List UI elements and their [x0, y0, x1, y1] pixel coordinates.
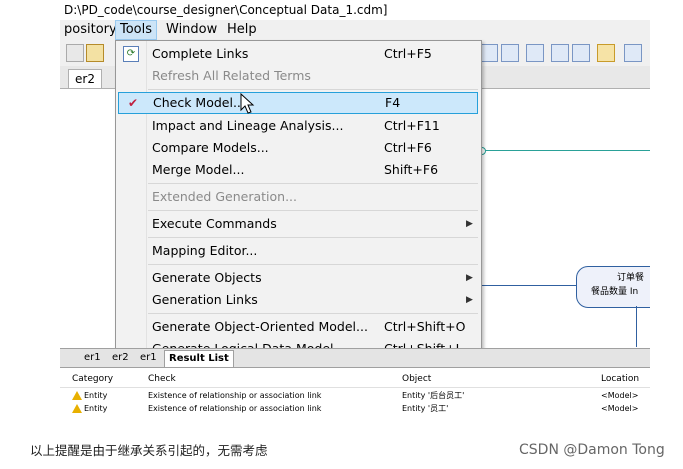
menu-separator	[148, 237, 478, 238]
entity-box[interactable]: 订单餐 餐品数量 In	[576, 266, 650, 308]
menu-item-label: Generation Links	[152, 292, 258, 307]
tab-result-list[interactable]: Result List	[164, 350, 234, 367]
menu-item-label: Compare Models...	[152, 140, 269, 155]
menu-window[interactable]: Window	[162, 21, 221, 39]
menu-item-generate-objects[interactable]: Generate Objects ▶	[116, 267, 481, 289]
caption-text: 以上提醒是由于继承关系引起的，无需考虑	[30, 443, 268, 458]
tab-er1[interactable]: er1	[80, 350, 105, 366]
submenu-arrow-icon: ▶	[466, 295, 473, 305]
column-header-check[interactable]: Check	[148, 371, 176, 387]
menu-item-generation-links[interactable]: Generation Links ▶	[116, 289, 481, 311]
menu-item-shortcut: Ctrl+F5	[384, 46, 432, 61]
row-location: <Model>	[601, 391, 639, 400]
warning-icon	[72, 404, 82, 413]
submenu-arrow-icon: ▶	[466, 273, 473, 283]
menu-item-shortcut: Ctrl+Shift+O	[384, 319, 466, 334]
menu-separator	[148, 210, 478, 211]
tab-er2[interactable]: er2	[68, 69, 102, 88]
toolbar-button-icon[interactable]	[526, 44, 544, 62]
menu-separator	[148, 264, 478, 265]
menu-item-label: Merge Model...	[152, 162, 245, 177]
window-path: D:\PD_code\course_designer\Conceptual Da…	[60, 0, 650, 20]
menu-item-generate-oom[interactable]: Generate Object-Oriented Model... Ctrl+S…	[116, 316, 481, 338]
menu-repository[interactable]: pository	[60, 21, 121, 39]
toolbar-button-icon[interactable]	[501, 44, 519, 62]
menu-item-label: Complete Links	[152, 46, 249, 61]
menu-item-extended-generation[interactable]: Extended Generation...	[116, 186, 481, 208]
menu-tools[interactable]: Tools	[115, 20, 158, 40]
mouse-cursor-icon	[240, 93, 255, 114]
menu-separator	[148, 313, 478, 314]
tab-er2[interactable]: er2	[108, 350, 133, 366]
menu-separator	[148, 89, 478, 90]
menu-item-shortcut: Ctrl+F11	[384, 118, 440, 133]
menu-item-execute-commands[interactable]: Execute Commands ▶	[116, 213, 481, 235]
entity-title: 订单餐	[617, 273, 645, 283]
undo-icon[interactable]	[66, 44, 84, 62]
row-object: Entity '员工'	[402, 404, 449, 413]
menu-item-shortcut: Ctrl+F6	[384, 140, 432, 155]
menu-item-complete-links[interactable]: ⟳ Complete Links Ctrl+F5	[116, 43, 481, 65]
column-header-location[interactable]: Location	[601, 371, 639, 387]
toolbar-button-icon[interactable]	[624, 44, 642, 62]
refresh-icon: ⟳	[123, 46, 139, 62]
row-location: <Model>	[601, 404, 639, 413]
result-list-panel: er1 er2 er1 Result List Category Check O…	[60, 348, 650, 429]
menu-item-label: Execute Commands	[152, 216, 277, 231]
toolbar-button-icon[interactable]	[572, 44, 590, 62]
row-check: Existence of relationship or association…	[148, 404, 322, 413]
menu-item-label: Mapping Editor...	[152, 243, 258, 258]
menu-item-label: Check Model...	[153, 95, 245, 110]
menu-item-compare-models[interactable]: Compare Models... Ctrl+F6	[116, 137, 481, 159]
row-category: Entity	[84, 404, 108, 413]
toolbar-button-icon[interactable]	[597, 44, 615, 62]
warning-icon	[72, 391, 82, 400]
tab-er1[interactable]: er1	[136, 350, 161, 366]
menu-bar: pository Tools Window Help	[60, 20, 650, 40]
menu-item-label: Generate Objects	[152, 270, 262, 285]
menu-separator	[148, 183, 478, 184]
link-line	[480, 150, 650, 151]
column-header-category[interactable]: Category	[72, 371, 113, 387]
row-check: Existence of relationship or association…	[148, 391, 322, 400]
menu-item-merge-model[interactable]: Merge Model... Shift+F6	[116, 159, 481, 181]
check-model-icon: ✔	[127, 96, 139, 110]
menu-item-shortcut: F4	[385, 95, 401, 110]
toolbar-button-icon[interactable]	[480, 44, 498, 62]
result-tabs: er1 er2 er1 Result List	[60, 349, 650, 368]
column-header-object[interactable]: Object	[402, 371, 431, 387]
menu-item-mapping-editor[interactable]: Mapping Editor...	[116, 240, 481, 262]
row-category: Entity	[84, 391, 108, 400]
submenu-arrow-icon: ▶	[466, 219, 473, 229]
menu-item-impact-analysis[interactable]: Impact and Lineage Analysis... Ctrl+F11	[116, 115, 481, 137]
menu-item-check-model[interactable]: ✔ Check Model... F4	[118, 92, 478, 114]
menu-item-label: Impact and Lineage Analysis...	[152, 118, 344, 133]
properties-icon[interactable]	[86, 44, 104, 62]
menu-item-shortcut: Shift+F6	[384, 162, 439, 177]
table-row[interactable]: Entity Existence of relationship or asso…	[60, 389, 650, 402]
link-line	[480, 285, 580, 286]
table-row[interactable]: Entity Existence of relationship or asso…	[60, 402, 650, 415]
menu-help[interactable]: Help	[223, 21, 261, 39]
menu-item-refresh-terms[interactable]: Refresh All Related Terms	[116, 65, 481, 87]
menu-item-label: Extended Generation...	[152, 189, 297, 204]
toolbar-button-icon[interactable]	[551, 44, 569, 62]
link-line	[636, 306, 637, 347]
watermark: CSDN @Damon Tong	[519, 442, 665, 458]
menu-item-label: Generate Object-Oriented Model...	[152, 319, 368, 334]
menu-item-label: Refresh All Related Terms	[152, 68, 311, 83]
tools-menu: ⟳ Complete Links Ctrl+F5 Refresh All Rel…	[115, 40, 482, 350]
entity-attribute: 餐品数量 In	[591, 287, 639, 297]
row-object: Entity '后台员工'	[402, 391, 465, 400]
result-table-header: Category Check Object Location	[60, 371, 650, 388]
